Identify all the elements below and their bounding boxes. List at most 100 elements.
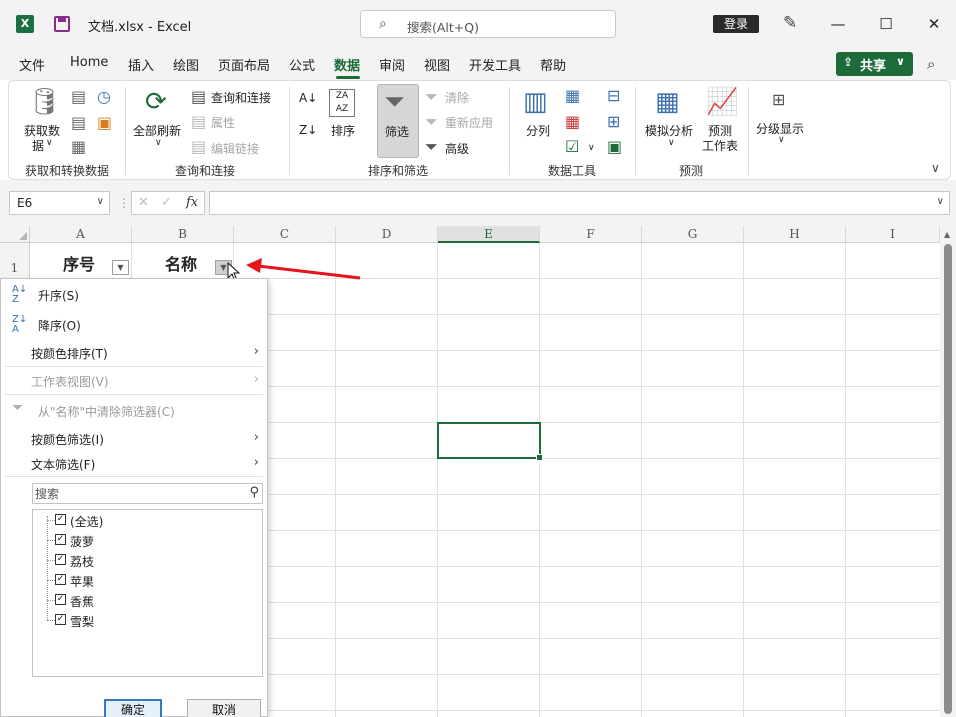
insert-function-button[interactable]: fx [186, 195, 198, 210]
checkbox-checked-icon[interactable]: ✓ [55, 534, 66, 545]
divider [748, 87, 749, 175]
tab-formulas[interactable]: 公式 [289, 55, 315, 74]
existing-connections-icon[interactable]: ▣ [97, 113, 112, 132]
consolidate-icon[interactable]: ⊟ [607, 86, 620, 105]
scrollbar-thumb[interactable] [944, 244, 952, 714]
advanced-button[interactable]: 高级 [445, 140, 469, 157]
collapse-ribbon-icon[interactable]: ∨ [931, 161, 940, 175]
cancel-button[interactable]: 取消 [187, 699, 261, 717]
document-title: 文档.xlsx - Excel [88, 20, 192, 35]
scroll-up-icon[interactable]: ▲ [944, 230, 950, 239]
filter-option-pear[interactable]: ✓ 雪梨 [47, 610, 257, 630]
save-icon[interactable] [54, 16, 70, 32]
filter-search-input[interactable] [35, 486, 235, 502]
filter-button[interactable]: ⏷ 筛选 [377, 84, 419, 158]
login-button[interactable]: 登录 [713, 15, 759, 33]
enter-icon[interactable]: ✓ [161, 195, 172, 210]
data-model-icon[interactable]: ▣ [607, 137, 622, 156]
filter-search-box[interactable]: ⚲ [32, 483, 263, 504]
clear-filter-icon: ⏷ [425, 87, 438, 106]
filter-option-pineapple[interactable]: ✓ 菠萝 [47, 530, 257, 550]
sort-descending-label: 降序(O) [38, 319, 81, 333]
tab-help[interactable]: 帮助 [540, 55, 566, 74]
sort-descending-icon[interactable]: Z↓ [299, 123, 317, 137]
clear-filter-icon: ⏷ [12, 400, 24, 416]
maximize-icon[interactable]: ☐ [872, 12, 900, 36]
flash-fill-icon[interactable]: ▦ [565, 86, 580, 105]
chevron-down-icon[interactable]: ∨ [937, 196, 944, 207]
divider [5, 394, 263, 395]
refresh-icon: ⟳ [145, 87, 167, 117]
from-table-icon[interactable]: ▦ [71, 137, 86, 156]
checkbox-checked-icon[interactable]: ✓ [55, 554, 66, 565]
splitter-handle-icon[interactable]: ⋮ [118, 196, 130, 210]
chevron-right-icon: › [253, 430, 259, 445]
tab-file[interactable]: 文件 [19, 55, 45, 74]
queries-connections-button[interactable]: 查询和连接 [211, 89, 271, 106]
properties-button[interactable]: 属性 [211, 114, 235, 131]
forecast-label-2: 工作表 [702, 139, 739, 153]
remove-duplicates-icon[interactable]: ▦ [565, 112, 580, 131]
filter-option-apple[interactable]: ✓ 苹果 [47, 570, 257, 590]
reapply-button[interactable]: 重新应用 [445, 114, 493, 131]
tab-data[interactable]: 数据 [334, 55, 360, 74]
filter-option-banana[interactable]: ✓ 香蕉 [47, 590, 257, 610]
tab-home[interactable]: Home [70, 55, 108, 70]
formula-input[interactable]: ∨ [209, 191, 950, 215]
chevron-down-icon: ∨ [588, 143, 595, 153]
tab-review[interactable]: 审阅 [379, 55, 405, 74]
get-data-label-2: 据 [32, 139, 45, 153]
group-label-queries: 查询和连接 [175, 164, 236, 178]
filter-by-color-item[interactable]: 按颜色筛选(I) › [1, 430, 267, 449]
cancel-icon[interactable]: ✕ [138, 195, 149, 210]
chevron-down-icon: ∨ [155, 138, 162, 148]
filter-values-list[interactable]: ✓ (全选) ✓ 菠萝 ✓ 荔枝 ✓ 苹果 ✓ 香蕉 ✓ 雪梨 [32, 509, 263, 677]
tab-insert[interactable]: 插入 [128, 55, 154, 74]
clear-button[interactable]: 清除 [445, 89, 469, 106]
checkbox-checked-icon[interactable]: ✓ [55, 614, 66, 625]
option-label: 香蕉 [70, 595, 95, 609]
from-text-icon[interactable]: ▤ [71, 87, 86, 106]
advanced-filter-icon: ⏷ [425, 137, 438, 156]
filter-option-lychee[interactable]: ✓ 荔枝 [47, 550, 257, 570]
tab-page-layout[interactable]: 页面布局 [218, 55, 270, 74]
relationships-icon[interactable]: ⊞ [607, 112, 620, 131]
search-box[interactable]: ⌕ 搜索(Alt+Q) [360, 10, 616, 38]
edit-links-button[interactable]: 编辑链接 [211, 140, 259, 157]
vertical-scrollbar[interactable]: ▲ [940, 226, 956, 717]
filter-label: 筛选 [385, 125, 410, 139]
checkbox-checked-icon[interactable]: ✓ [55, 574, 66, 585]
tab-draw[interactable]: 绘图 [173, 55, 199, 74]
filter-option-select-all[interactable]: ✓ (全选) [47, 510, 257, 530]
checkbox-checked-icon[interactable]: ✓ [55, 594, 66, 605]
share-label: 共享 [860, 59, 887, 74]
sort-ascending-item[interactable]: A↓ Z 升序(S) [1, 285, 267, 305]
ok-button[interactable]: 确定 [104, 699, 162, 717]
what-if-label: 模拟分析 [645, 124, 694, 138]
comments-icon[interactable]: ⌕ [927, 55, 935, 73]
autofilter-dropdown: A↓ Z 升序(S) Z↓ A 降序(O) 按颜色排序(T) › 工作表视图(V) … [0, 278, 268, 717]
sort-ascending-icon[interactable]: A↓ [299, 91, 317, 105]
tab-developer[interactable]: 开发工具 [469, 55, 521, 74]
selected-cell-e6[interactable] [437, 422, 543, 461]
sort-by-color-item[interactable]: 按颜色排序(T) › [1, 344, 267, 363]
tab-view[interactable]: 视图 [424, 55, 450, 74]
divider [125, 87, 126, 175]
close-icon[interactable]: ✕ [920, 12, 948, 36]
option-label: 荔枝 [70, 555, 95, 569]
share-button[interactable]: ⇪ 共享 ∨ [836, 52, 913, 76]
text-filter-item[interactable]: 文本筛选(F) › [1, 455, 267, 474]
chevron-down-icon: ∨ [668, 138, 675, 148]
data-validation-icon[interactable]: ☑ [565, 137, 579, 156]
name-box-value: E6 [17, 196, 33, 210]
clear-filter-item: ⏷ 从"名称"中清除筛选器(C) [1, 400, 267, 421]
checkbox-checked-icon[interactable]: ✓ [55, 514, 66, 525]
minimize-icon[interactable]: — [824, 12, 852, 36]
name-box[interactable]: E6 ∨ [9, 191, 110, 215]
sort-descending-item[interactable]: Z↓ A 降序(O) [1, 315, 267, 335]
designer-brush-icon[interactable]: ✎ [783, 13, 797, 33]
option-label: 菠萝 [70, 535, 95, 549]
from-web-icon[interactable]: ▤ [71, 113, 86, 132]
recent-sources-icon[interactable]: ◷ [97, 87, 111, 106]
sheet-view-label: 工作表视图(V) [31, 375, 109, 389]
